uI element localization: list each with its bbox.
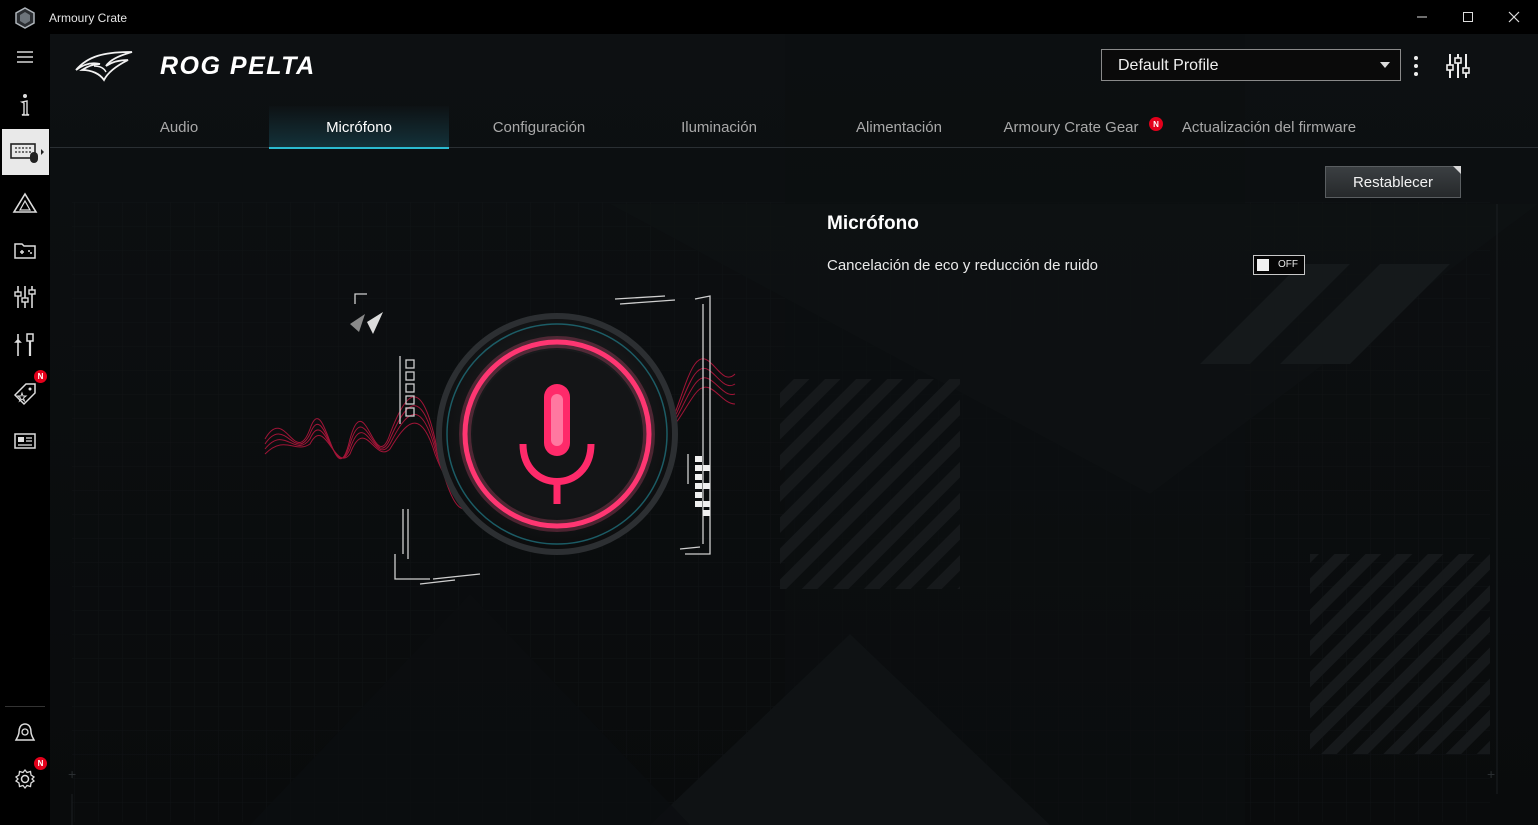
sidebar-item-news[interactable]: [0, 418, 50, 464]
user-center-icon: [14, 723, 36, 741]
tab-alimentacion[interactable]: Alimentación: [809, 106, 989, 148]
toggle-knob: [1257, 259, 1269, 271]
equalizer-settings-icon[interactable]: [1445, 52, 1471, 80]
sidebar-item-aura-sync[interactable]: [0, 180, 50, 226]
microphone-illustration: [264, 293, 736, 585]
echo-cancellation-label: Cancelación de eco y reducción de ruido: [827, 257, 1099, 274]
maximize-button[interactable]: [1445, 0, 1491, 34]
sidebar-item-tools[interactable]: [0, 322, 50, 368]
tools-icon: [14, 333, 34, 356]
armoury-crate-logo-icon: [15, 7, 35, 29]
reset-button[interactable]: Restablecer: [1325, 166, 1461, 198]
echo-cancellation-toggle[interactable]: OFF: [1253, 255, 1305, 275]
minimize-icon: [1417, 16, 1427, 18]
tab-audio[interactable]: Audio: [89, 106, 269, 148]
close-button[interactable]: [1491, 0, 1537, 34]
minimize-button[interactable]: [1399, 0, 1445, 34]
tab-actualizacion-firmware[interactable]: Actualización del firmware: [1169, 106, 1369, 148]
more-options-icon[interactable]: [1410, 55, 1422, 77]
sidebar-divider: [5, 706, 45, 707]
main-panel: + + ROG PELTA Default Profile Audio Micr…: [50, 34, 1538, 825]
settings-gear-icon: [14, 768, 36, 790]
chevron-down-icon: [1380, 62, 1390, 68]
device-keyboard-mouse-icon: [9, 143, 44, 163]
tab-armoury-crate-gear[interactable]: Armoury Crate Gear: [989, 106, 1153, 148]
sidebar-item-scenario-profiles[interactable]: [0, 274, 50, 320]
new-badge: N: [34, 370, 47, 383]
hamburger-menu-icon: [17, 51, 33, 63]
tab-iluminacion[interactable]: Iluminación: [629, 106, 809, 148]
sidebar-item-deals[interactable]: N: [0, 370, 50, 416]
svg-text:+: +: [68, 766, 76, 782]
sidebar-item-user-center[interactable]: [0, 710, 50, 756]
game-library-icon: [14, 243, 36, 259]
profile-dropdown[interactable]: Default Profile: [1101, 49, 1401, 81]
new-badge: N: [34, 757, 47, 770]
tab-bar: Audio Micrófono Configuración Iluminació…: [50, 106, 1538, 149]
aura-sync-icon: [12, 192, 38, 213]
sidebar-menu-toggle[interactable]: [0, 34, 50, 80]
title-bar: Armoury Crate: [0, 0, 1538, 34]
tab-configuracion[interactable]: Configuración: [449, 106, 629, 148]
deals-tag-icon: [13, 383, 36, 406]
rog-eye-logo: [75, 51, 133, 82]
device-title: ROG PELTA: [160, 52, 316, 80]
tab-microfono[interactable]: Micrófono: [269, 106, 449, 149]
info-icon: [19, 94, 30, 116]
scenario-profiles-icon: [14, 286, 36, 308]
maximize-icon: [1463, 12, 1473, 22]
news-icon: [14, 433, 36, 449]
sidebar-item-devices[interactable]: [2, 129, 49, 175]
sidebar: N N: [0, 34, 50, 825]
new-badge: N: [1149, 117, 1163, 131]
close-icon: [1508, 11, 1520, 23]
toggle-state: OFF: [1278, 259, 1298, 270]
section-title: Micrófono: [827, 213, 919, 234]
window-title: Armoury Crate: [49, 11, 128, 25]
profile-dropdown-value: Default Profile: [1118, 57, 1219, 74]
sidebar-item-settings[interactable]: N: [0, 756, 50, 802]
svg-text:+: +: [1487, 766, 1495, 782]
sidebar-item-info[interactable]: [0, 82, 50, 128]
sidebar-item-game-library[interactable]: [0, 227, 50, 273]
